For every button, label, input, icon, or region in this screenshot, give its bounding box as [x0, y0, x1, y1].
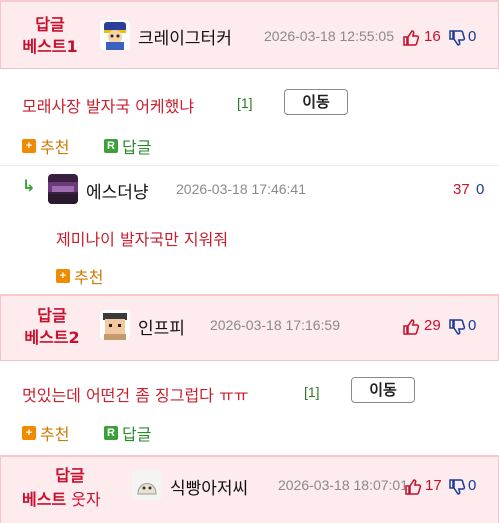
reply-count-link[interactable]: [1] [304, 384, 320, 400]
recommend-label: 추천 [74, 268, 104, 287]
thumbs-up-icon[interactable] [404, 478, 422, 500]
best3-badge-line2-wrap: 베스트 웃자 [22, 489, 101, 511]
upvote-count: 29 [424, 317, 441, 334]
thumbs-up-icon[interactable] [402, 318, 420, 340]
downvote-count: 0 [468, 317, 477, 334]
downvote-count: 0 [468, 477, 477, 494]
timestamp: 2026-03-18 17:16:59 [210, 317, 340, 333]
reply-count-link[interactable]: [1] [237, 95, 253, 111]
downvote-count: 0 [468, 28, 477, 45]
upvote-count: 17 [425, 477, 442, 494]
comment-text: 제미나이 발자국만 지워줘 [56, 230, 229, 249]
best3-badge-line2: 베스트 [22, 490, 67, 509]
upvote-count: 16 [424, 28, 441, 45]
reply-button[interactable]: R 답글 [104, 134, 151, 158]
reply-icon: R [104, 426, 118, 440]
nickname[interactable]: 인프피 [138, 314, 185, 339]
avatar[interactable] [48, 174, 78, 204]
reply-arrow-icon: ↳ [22, 176, 36, 195]
best3-badge-sub: 웃자 [71, 490, 101, 509]
avatar[interactable] [132, 470, 162, 500]
recommend-button[interactable]: + 추천 [56, 264, 103, 288]
divider [0, 165, 499, 166]
thumbs-down-icon[interactable] [448, 318, 466, 340]
recommend-button[interactable]: + 추천 [22, 134, 69, 158]
plus-icon: + [22, 139, 36, 153]
thumbs-up-icon[interactable] [402, 29, 420, 51]
nickname[interactable]: 식빵아저씨 [170, 474, 248, 499]
downvote-count: 0 [476, 181, 485, 198]
avatar[interactable] [100, 20, 130, 50]
recommend-label: 추천 [40, 425, 70, 444]
thumbs-down-icon[interactable] [448, 478, 466, 500]
reply-button[interactable]: R 답글 [104, 421, 151, 445]
divider [0, 360, 499, 361]
plus-icon: + [56, 269, 70, 283]
upvote-count: 37 [453, 181, 470, 198]
thumbs-down-icon[interactable] [448, 29, 466, 51]
reply-label: 답글 [122, 138, 152, 157]
timestamp: 2026-03-18 17:46:41 [176, 181, 306, 197]
best1-badge: 답글 베스트1 [10, 14, 90, 58]
best3-badge: 답글 [30, 465, 110, 487]
best1-badge-line2: 베스트1 [22, 37, 78, 56]
recommend-label: 추천 [40, 138, 70, 157]
nickname[interactable]: 에스더냥 [86, 178, 149, 203]
best2-badge-line2: 베스트2 [24, 328, 80, 347]
comment-text: 모래사장 발자국 어케했냐 [22, 97, 195, 116]
timestamp: 2026-03-18 18:07:01 [278, 477, 408, 493]
reply-icon: R [104, 139, 118, 153]
nickname[interactable]: 크레이그터커 [138, 24, 232, 49]
move-button[interactable]: 이동 [351, 377, 415, 403]
avatar[interactable] [100, 310, 130, 340]
reply-label: 답글 [122, 425, 152, 444]
recommend-button[interactable]: + 추천 [22, 421, 69, 445]
best3-badge-line1: 답글 [55, 466, 85, 485]
best1-badge-line1: 답글 [35, 15, 65, 34]
timestamp: 2026-03-18 12:55:05 [264, 28, 394, 44]
move-button[interactable]: 이동 [284, 89, 348, 115]
divider [0, 68, 499, 69]
plus-icon: + [22, 426, 36, 440]
comment-text: 멋있는데 어떤건 좀 징그럽다 ㅠㅠ [22, 386, 249, 405]
best2-badge: 답글 베스트2 [12, 305, 92, 349]
best2-badge-line1: 답글 [37, 306, 67, 325]
